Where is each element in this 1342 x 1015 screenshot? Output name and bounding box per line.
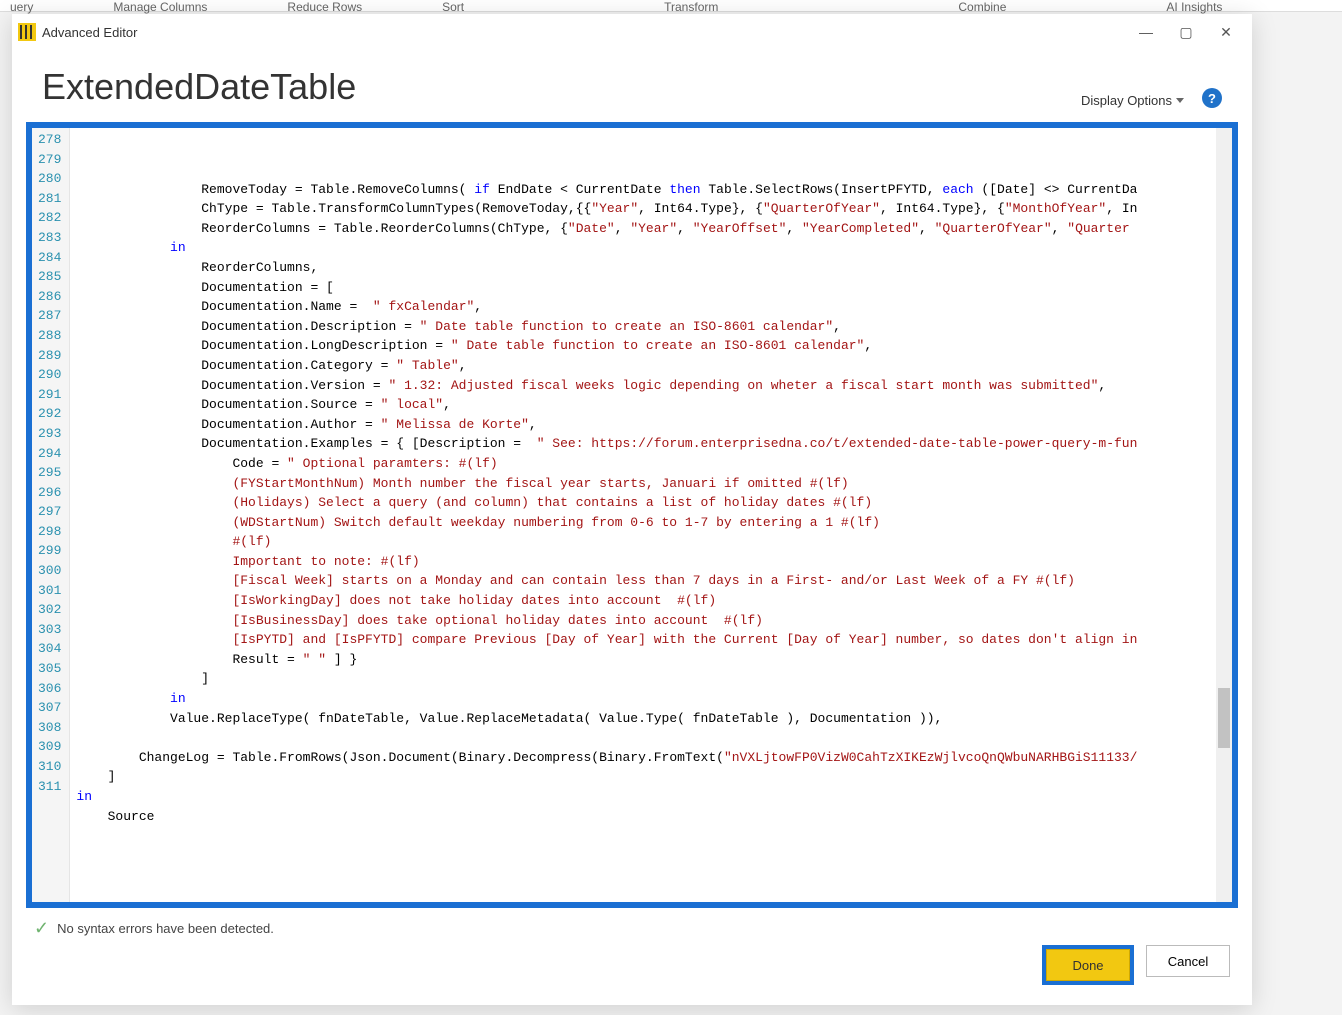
chevron-down-icon (1176, 98, 1184, 103)
status-row: ✓ No syntax errors have been detected. (12, 912, 1252, 945)
code-line[interactable]: Documentation.Description = " Date table… (76, 317, 1232, 337)
ribbon-tab[interactable]: Sort (442, 0, 464, 14)
code-editor[interactable]: 2782792802812822832842852862872882892902… (26, 122, 1238, 908)
code-line[interactable]: Result = " " ] } (76, 650, 1232, 670)
code-line[interactable]: Code = " Optional paramters: #(lf) (76, 454, 1232, 474)
display-options-dropdown[interactable]: Display Options (1081, 93, 1184, 108)
advanced-editor-dialog: Advanced Editor — ▢ ✕ ExtendedDateTable … (12, 14, 1252, 1005)
line-number-gutter: 2782792802812822832842852862872882892902… (32, 128, 70, 902)
code-line[interactable]: Documentation.Category = " Table", (76, 356, 1232, 376)
code-line[interactable]: #(lf) (76, 532, 1232, 552)
vertical-scrollbar[interactable] (1216, 128, 1232, 902)
query-name-title: ExtendedDateTable (42, 66, 356, 108)
code-line[interactable]: ] (76, 669, 1232, 689)
code-line[interactable]: in (76, 787, 1232, 807)
code-line[interactable]: ] (76, 767, 1232, 787)
done-highlight-frame: Done (1042, 945, 1134, 985)
maximize-button[interactable]: ▢ (1166, 17, 1206, 47)
status-message: No syntax errors have been detected. (57, 921, 274, 936)
code-line[interactable]: ChType = Table.TransformColumnTypes(Remo… (76, 199, 1232, 219)
code-line[interactable]: Source (76, 807, 1232, 827)
ribbon-tab[interactable]: Manage Columns (113, 0, 207, 14)
minimize-button[interactable]: — (1126, 17, 1166, 47)
code-area[interactable]: RemoveToday = Table.RemoveColumns( if En… (70, 128, 1232, 902)
ribbon-background: uery Manage Columns Reduce Rows Sort Tra… (0, 0, 1342, 12)
code-line[interactable]: [IsPYTD] and [IsPFYTD] compare Previous … (76, 630, 1232, 650)
code-line[interactable]: Important to note: #(lf) (76, 552, 1232, 572)
code-line[interactable]: RemoveToday = Table.RemoveColumns( if En… (76, 180, 1232, 200)
code-line[interactable]: ChangeLog = Table.FromRows(Json.Document… (76, 748, 1232, 768)
cancel-button[interactable]: Cancel (1146, 945, 1230, 977)
code-line[interactable]: ReorderColumns, (76, 258, 1232, 278)
code-line[interactable] (76, 160, 1232, 180)
ribbon-tab[interactable]: Transform (664, 0, 718, 14)
titlebar: Advanced Editor — ▢ ✕ (12, 14, 1252, 50)
code-line[interactable]: (FYStartMonthNum) Month number the fisca… (76, 474, 1232, 494)
app-icon (18, 23, 36, 41)
check-icon: ✓ (34, 918, 49, 939)
window-title: Advanced Editor (42, 25, 137, 40)
code-line[interactable]: [IsWorkingDay] does not take holiday dat… (76, 591, 1232, 611)
vertical-scrollbar-thumb[interactable] (1218, 688, 1230, 748)
code-line[interactable]: (Holidays) Select a query (and column) t… (76, 493, 1232, 513)
code-line[interactable]: Documentation.Author = " Melissa de Kort… (76, 415, 1232, 435)
code-line[interactable] (76, 728, 1232, 748)
code-line[interactable]: Documentation = [ (76, 278, 1232, 298)
code-line[interactable]: in (76, 689, 1232, 709)
code-line[interactable]: Value.ReplaceType( fnDateTable, Value.Re… (76, 709, 1232, 729)
help-icon[interactable]: ? (1202, 88, 1222, 108)
code-line[interactable]: Documentation.Examples = { [Description … (76, 434, 1232, 454)
display-options-label: Display Options (1081, 93, 1172, 108)
ribbon-tab[interactable]: Reduce Rows (287, 0, 362, 14)
code-line[interactable]: Documentation.Version = " 1.32: Adjusted… (76, 376, 1232, 396)
code-line[interactable]: [Fiscal Week] starts on a Monday and can… (76, 571, 1232, 591)
code-line[interactable]: Documentation.LongDescription = " Date t… (76, 336, 1232, 356)
code-line[interactable]: [IsBusinessDay] does take optional holid… (76, 611, 1232, 631)
ribbon-tab[interactable]: AI Insights (1166, 0, 1222, 14)
dialog-buttons: Done Cancel (12, 945, 1252, 1005)
ribbon-tab[interactable]: uery (10, 0, 33, 14)
code-line[interactable]: Documentation.Source = " local", (76, 395, 1232, 415)
close-button[interactable]: ✕ (1206, 17, 1246, 47)
code-line[interactable]: (WDStartNum) Switch default weekday numb… (76, 513, 1232, 533)
done-button[interactable]: Done (1046, 949, 1130, 981)
code-line[interactable]: ReorderColumns = Table.ReorderColumns(Ch… (76, 219, 1232, 239)
ribbon-tab[interactable]: Combine (958, 0, 1006, 14)
code-line[interactable]: in (76, 238, 1232, 258)
code-line[interactable]: Documentation.Name = " fxCalendar", (76, 297, 1232, 317)
dialog-header: ExtendedDateTable Display Options ? (12, 50, 1252, 118)
